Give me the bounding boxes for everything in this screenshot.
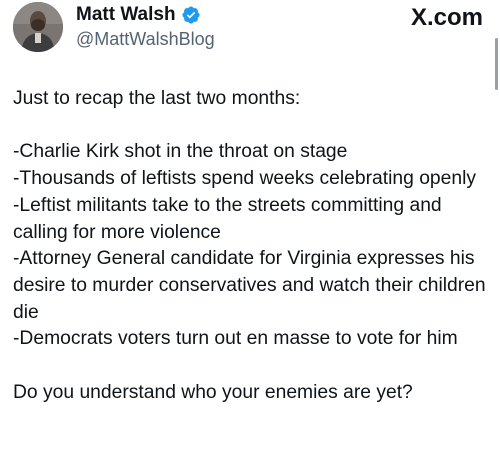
avatar-photo — [13, 2, 63, 52]
list-item: -Charlie Kirk shot in the throat on stag… — [13, 141, 348, 163]
list-item: -Thousands of leftists spend weeks celeb… — [13, 168, 477, 190]
author-name[interactable]: Matt Walsh — [76, 3, 176, 27]
x-logo[interactable]: X.com — [411, 5, 483, 31]
avatar[interactable] — [13, 2, 63, 52]
list-item: -Attorney General candidate for Virginia… — [13, 248, 486, 323]
tweet-body: Just to recap the last two months: -Char… — [13, 86, 491, 406]
author-name-row: Matt Walsh — [76, 3, 201, 27]
tweet-closing: Do you understand who your enemies are y… — [13, 381, 413, 403]
verified-badge-icon — [181, 5, 201, 25]
x-com-label: X.com — [410, 4, 483, 31]
author-handle[interactable]: @MattWalshBlog — [76, 28, 215, 50]
list-item: -Leftist militants take to the streets c… — [13, 194, 442, 243]
tweet-intro: Just to recap the last two months: — [13, 88, 301, 109]
scrollbar[interactable] — [495, 38, 498, 90]
list-item: -Democrats voters turn out en masse to v… — [13, 328, 458, 350]
tweet-card: Matt Walsh @MattWalshBlog X.com Just to … — [0, 0, 500, 457]
